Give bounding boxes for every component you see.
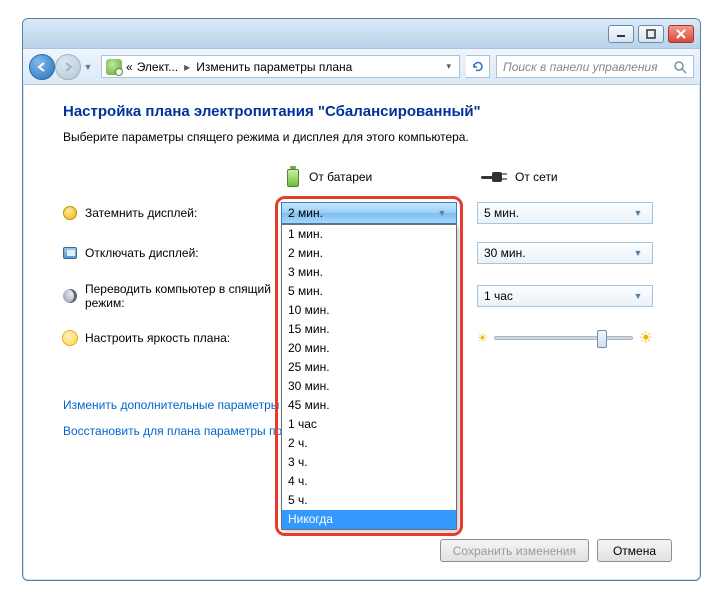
page-subtitle: Выберите параметры спящего режима и дисп… (63, 130, 672, 144)
footer-buttons: Сохранить изменения Отмена (440, 539, 672, 562)
address-bar[interactable]: « Элект... ▸ Изменить параметры плана ▾ (101, 55, 460, 78)
column-ac-label: От сети (515, 170, 558, 184)
row-dim-label: Затемнить дисплей: (85, 206, 281, 220)
dropdown-option[interactable]: 1 час (282, 415, 456, 434)
refresh-icon (471, 60, 485, 74)
breadcrumb-prefix: « (126, 60, 133, 74)
search-placeholder: Поиск в панели управления (503, 60, 673, 74)
dim-battery-value: 2 мин. (288, 206, 434, 220)
column-ac: От сети (481, 170, 657, 184)
maximize-button[interactable] (638, 25, 664, 43)
chevron-down-icon: ▼ (434, 208, 450, 218)
dropdown-option[interactable]: 1 мин. (282, 225, 456, 244)
dropdown-option[interactable]: 45 мин. (282, 396, 456, 415)
chevron-down-icon: ▼ (630, 208, 646, 218)
dropdown-option[interactable]: 3 мин. (282, 263, 456, 282)
dim-ac-combo[interactable]: 5 мин. ▼ (477, 202, 653, 224)
control-panel-window: ▼ « Элект... ▸ Изменить параметры плана … (22, 18, 701, 581)
dropdown-option[interactable]: 3 ч. (282, 453, 456, 472)
breadcrumb-2[interactable]: Изменить параметры плана (196, 60, 352, 74)
refresh-button[interactable] (466, 55, 490, 78)
dropdown-option[interactable]: 15 мин. (282, 320, 456, 339)
dim-icon (63, 206, 77, 220)
close-button[interactable] (668, 25, 694, 43)
plug-icon (481, 170, 507, 184)
column-battery: От батареи (285, 166, 461, 188)
breadcrumb-1[interactable]: Элект... (137, 60, 178, 74)
dropdown-option[interactable]: 5 ч. (282, 491, 456, 510)
chevron-down-icon: ▼ (630, 291, 646, 301)
row-brightness-label: Настроить яркость плана: (85, 331, 281, 345)
dropdown-option[interactable]: 10 мин. (282, 301, 456, 320)
sun-large-icon: ☀ (639, 328, 653, 348)
arrow-right-icon (62, 61, 74, 73)
navbar: ▼ « Элект... ▸ Изменить параметры плана … (23, 49, 700, 85)
dim-battery-dropdown[interactable]: 1 мин.2 мин.3 мин.5 мин.10 мин.15 мин.20… (281, 224, 457, 530)
chevron-right-icon: ▸ (182, 60, 192, 74)
titlebar (23, 19, 700, 49)
minimize-button[interactable] (608, 25, 634, 43)
dropdown-option[interactable]: 2 мин. (282, 244, 456, 263)
off-ac-value: 30 мин. (484, 246, 630, 260)
sun-icon (63, 331, 77, 345)
dropdown-option[interactable]: 2 ч. (282, 434, 456, 453)
client-area: Настройка плана электропитания "Сбаланси… (23, 85, 700, 580)
save-button[interactable]: Сохранить изменения (440, 539, 589, 562)
monitor-icon (63, 247, 77, 259)
arrow-left-icon (36, 61, 48, 73)
moon-icon (63, 289, 77, 303)
off-ac-combo[interactable]: 30 мин. ▼ (477, 242, 653, 264)
row-off-label: Отключать дисплей: (85, 246, 281, 260)
dropdown-option[interactable]: 20 мин. (282, 339, 456, 358)
row-sleep-label: Переводить компьютер в спящий режим: (85, 282, 281, 310)
dim-battery-combo[interactable]: 2 мин. ▼ (281, 202, 457, 224)
row-dim-display: Затемнить дисплей: 2 мин. ▼ 5 мин. ▼ (63, 202, 672, 224)
brightness-ac-slider[interactable]: ☀ ☀ (477, 328, 653, 348)
sun-small-icon: ☀ (477, 331, 488, 345)
back-button[interactable] (29, 54, 55, 80)
column-battery-label: От батареи (309, 170, 372, 184)
history-dropdown[interactable]: ▼ (81, 54, 95, 80)
sleep-ac-value: 1 час (484, 289, 630, 303)
power-options-icon (106, 59, 122, 75)
cancel-button[interactable]: Отмена (597, 539, 672, 562)
chevron-down-icon: ▼ (630, 248, 646, 258)
search-icon (673, 60, 687, 74)
sleep-ac-combo[interactable]: 1 час ▼ (477, 285, 653, 307)
dropdown-option[interactable]: Никогда (282, 510, 456, 529)
forward-button[interactable] (55, 54, 81, 80)
battery-icon (285, 166, 301, 188)
address-dropdown[interactable]: ▾ (442, 61, 455, 72)
dim-ac-value: 5 мин. (484, 206, 630, 220)
slider-thumb[interactable] (597, 330, 607, 348)
slider-track[interactable] (494, 336, 633, 340)
dropdown-option[interactable]: 4 ч. (282, 472, 456, 491)
dropdown-option[interactable]: 25 мин. (282, 358, 456, 377)
column-headers: От батареи От сети (285, 166, 672, 188)
search-input[interactable]: Поиск в панели управления (496, 55, 694, 78)
dropdown-option[interactable]: 30 мин. (282, 377, 456, 396)
page-title: Настройка плана электропитания "Сбаланси… (63, 103, 672, 120)
dropdown-option[interactable]: 5 мин. (282, 282, 456, 301)
